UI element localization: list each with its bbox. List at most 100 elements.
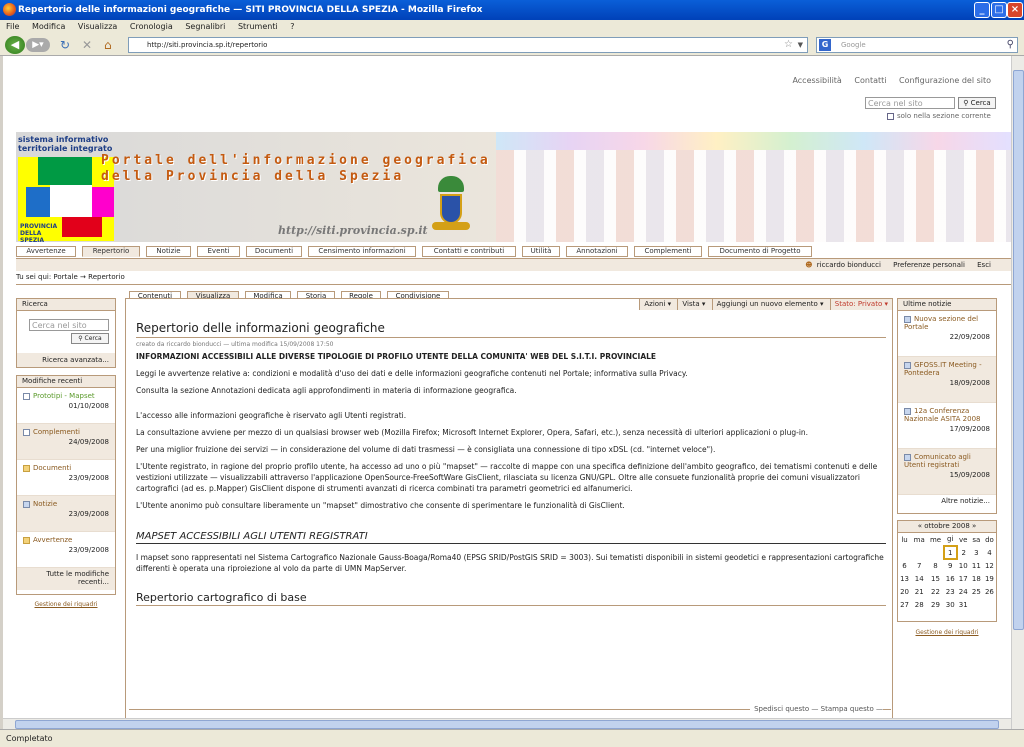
siti-logo[interactable]: PROVINCIA DELLA SPEZIA	[18, 157, 114, 244]
more-news-link[interactable]: Altre notizie...	[898, 495, 996, 507]
tab-avvertenze[interactable]: Avvertenze	[16, 246, 76, 257]
news-item-label[interactable]: 12a Conferenza Nazionale ASITA 2008	[904, 407, 981, 423]
recent-item-label[interactable]: Prototipi - Mapset	[33, 392, 95, 400]
calendar-day[interactable]: 21	[911, 585, 927, 598]
tab-documenti[interactable]: Documenti	[246, 246, 302, 257]
tab-contatti[interactable]: Contatti e contributi	[422, 246, 516, 257]
calendar-day[interactable]: 29	[927, 598, 943, 611]
url-bar[interactable]: http://siti.provincia.sp.it/repertorio ☆…	[128, 37, 808, 53]
tab-complementi[interactable]: Complementi	[634, 246, 702, 257]
calendar-day[interactable]: 13	[898, 572, 911, 585]
recent-item[interactable]: Complementi 24/09/2008	[17, 424, 115, 460]
manage-portlets-link-left[interactable]: Gestione dei riquadri	[16, 601, 116, 608]
news-item-label[interactable]: Comunicato agli Utenti registrati	[904, 453, 971, 469]
menu-help[interactable]: ?	[290, 22, 294, 31]
calendar-day[interactable]: 23	[944, 585, 957, 598]
menu-modifica[interactable]: Modifica	[32, 22, 65, 31]
checkbox-icon[interactable]	[887, 112, 894, 120]
link-accessibilita[interactable]: Accessibilità	[792, 76, 841, 85]
menu-file[interactable]: File	[6, 22, 19, 31]
calendar-day[interactable]: 22	[927, 585, 943, 598]
horizontal-scrollbar[interactable]	[3, 718, 1011, 729]
google-icon[interactable]: G	[819, 39, 831, 51]
browser-search-box[interactable]: G Google ⚲	[816, 37, 1018, 53]
tab-censimento[interactable]: Censimento informazioni	[308, 246, 416, 257]
recent-item-label[interactable]: Avvertenze	[33, 536, 72, 544]
calendar-day[interactable]: 25	[970, 585, 983, 598]
calendar-title[interactable]: « ottobre 2008 »	[898, 521, 996, 533]
calendar-day[interactable]: 6	[898, 559, 911, 572]
calendar-day[interactable]: 19	[983, 572, 996, 585]
calendar-day[interactable]: 27	[898, 598, 911, 611]
calendar-day[interactable]: 4	[983, 546, 996, 559]
close-button[interactable]: ×	[1007, 2, 1023, 18]
document-actions[interactable]: Spedisci questo — Stampa questo —	[750, 705, 883, 713]
home-icon[interactable]: ⌂	[104, 37, 112, 53]
site-search-button[interactable]: ⚲ Cerca	[958, 97, 996, 109]
menu-strumenti[interactable]: Strumenti	[238, 22, 278, 31]
calendar-day[interactable]: 3	[970, 546, 983, 559]
calendar-day[interactable]: 17	[957, 572, 970, 585]
stop-icon[interactable]: ✕	[82, 37, 92, 53]
scrollbar-thumb[interactable]	[15, 720, 999, 729]
tab-repertorio[interactable]: Repertorio	[82, 246, 140, 257]
tab-annotazioni[interactable]: Annotazioni	[566, 246, 628, 257]
calendar-day[interactable]: 28	[911, 598, 927, 611]
vertical-scrollbar[interactable]	[1011, 56, 1024, 729]
tab-documento-progetto[interactable]: Documento di Progetto	[708, 246, 812, 257]
logout-link[interactable]: Esci	[977, 261, 991, 269]
bookmark-star-icon[interactable]: ☆	[784, 38, 793, 52]
all-changes-link[interactable]: Tutte le modifiche recenti...	[17, 568, 115, 590]
reload-icon[interactable]: ↻	[60, 37, 70, 53]
forward-button[interactable]: ▶▾	[26, 38, 50, 52]
back-button[interactable]: ◀	[5, 36, 25, 54]
state-menu[interactable]: Stato: Privato ▾	[829, 299, 892, 310]
menu-segnalibri[interactable]: Segnalibri	[185, 22, 225, 31]
recent-item-label[interactable]: Notizie	[33, 500, 57, 508]
tab-notizie[interactable]: Notizie	[146, 246, 191, 257]
recent-item[interactable]: Documenti 23/09/2008	[17, 460, 115, 496]
manage-portlets-link-right[interactable]: Gestione dei riquadri	[897, 629, 997, 636]
news-item[interactable]: 12a Conferenza Nazionale ASITA 2008 17/09…	[898, 403, 996, 449]
recent-item-label[interactable]: Documenti	[33, 464, 71, 472]
preferences-link[interactable]: Preferenze personali	[893, 261, 965, 269]
link-contatti[interactable]: Contatti	[854, 76, 886, 85]
recent-item[interactable]: Notizie 23/09/2008	[17, 496, 115, 532]
calendar-day-today[interactable]: 1	[942, 545, 958, 560]
calendar-day[interactable]: 11	[970, 559, 983, 572]
portlet-search-button[interactable]: ⚲ Cerca	[71, 333, 109, 344]
portlet-search-input[interactable]: Cerca nel sito	[29, 319, 109, 331]
calendar-day[interactable]: 10	[957, 559, 970, 572]
advanced-search-link[interactable]: Ricerca avanzata...	[17, 353, 115, 367]
recent-item[interactable]: Avvertenze 23/09/2008	[17, 532, 115, 568]
display-menu[interactable]: Vista ▾	[677, 299, 709, 310]
menu-visualizza[interactable]: Visualizza	[78, 22, 117, 31]
news-item-label[interactable]: Nuova sezione del Portale	[904, 315, 978, 331]
calendar-day[interactable]: 18	[970, 572, 983, 585]
url-dropdown-icon[interactable]: ▼	[798, 38, 803, 52]
calendar-day[interactable]: 7	[911, 559, 927, 572]
calendar-day[interactable]: 30	[944, 598, 957, 611]
calendar-day[interactable]: 8	[927, 559, 943, 572]
tab-utilita[interactable]: Utilità	[522, 246, 560, 257]
add-item-menu[interactable]: Aggiungi un nuovo elemento ▾	[711, 299, 828, 310]
calendar-day[interactable]: 15	[927, 572, 943, 585]
news-item[interactable]: Nuova sezione del Portale 22/09/2008	[898, 311, 996, 357]
link-configurazione[interactable]: Configurazione del sito	[899, 76, 991, 85]
calendar-day[interactable]: 14	[911, 572, 927, 585]
news-item-label[interactable]: GFOSS.IT Meeting - Pontedera	[904, 361, 982, 377]
tab-eventi[interactable]: Eventi	[197, 246, 240, 257]
recent-item-label[interactable]: Complementi	[33, 428, 80, 436]
calendar-day[interactable]: 9	[944, 559, 957, 572]
minimize-button[interactable]: _	[974, 2, 990, 18]
recent-item[interactable]: Prototipi - Mapset 01/10/2008	[17, 388, 115, 424]
calendar-day[interactable]: 31	[957, 598, 970, 611]
calendar-day[interactable]: 20	[898, 585, 911, 598]
user-name[interactable]: riccardo bionducci	[817, 261, 881, 269]
calendar-day[interactable]: 12	[983, 559, 996, 572]
news-item[interactable]: GFOSS.IT Meeting - Pontedera 18/09/2008	[898, 357, 996, 403]
site-search-input[interactable]: Cerca nel sito	[865, 97, 955, 109]
actions-menu[interactable]: Azioni ▾	[639, 299, 675, 310]
search-icon[interactable]: ⚲	[1007, 38, 1014, 52]
calendar-day[interactable]: 2	[957, 546, 970, 559]
